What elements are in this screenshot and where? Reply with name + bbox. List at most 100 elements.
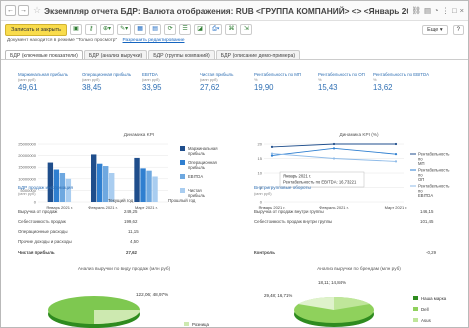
report-icon[interactable]: ▦ (134, 24, 147, 35)
kpi-unit: (млн руб) (200, 77, 218, 82)
kpi-unit: % (318, 77, 322, 82)
kpi-unit: (млн руб) (18, 77, 36, 82)
kpi-value: 49,61 (18, 83, 38, 92)
legend-label: EBITDA (188, 174, 203, 179)
legend-swatch (180, 174, 185, 179)
data-point (394, 142, 398, 146)
bar (47, 162, 54, 202)
legend-label: Розница (192, 322, 210, 327)
help-button[interactable]: ? (452, 24, 464, 35)
kpi-value: 33,95 (142, 83, 162, 92)
row-label: Выручка от продаж внутри группы (254, 209, 324, 214)
title-bar: ← → ☆ Экземпляр отчета БДР: Валюта отобр… (1, 1, 468, 21)
row-value: 146,15 (420, 209, 434, 214)
status-line: Документ находится в режиме "Только прос… (1, 38, 468, 48)
legend-label: Рентабельность по МП (418, 152, 450, 167)
row-label: Себестоимость продаж (18, 219, 66, 224)
row-value: 199,62 (124, 219, 138, 224)
data-point (270, 152, 274, 155)
control-value: -0,29 (426, 250, 437, 255)
refresh-icon[interactable]: ⟳ (164, 24, 177, 35)
kpi-label: Рентабельность по МП (254, 72, 302, 77)
kpi-operating: Операционная прибыль (млн руб) 38,45 (82, 72, 131, 92)
calc-icon[interactable]: ☰ (179, 24, 192, 35)
legend-label: Чистая прибыль (188, 188, 206, 198)
save-icon[interactable]: ▣ (70, 24, 83, 35)
back-button[interactable]: ← (5, 5, 16, 16)
tab-key-indicators[interactable]: БДР (ключевые показатели) (5, 50, 83, 59)
star-icon[interactable]: ☆ (33, 5, 41, 16)
kpi-unit: (млн руб) (142, 77, 160, 82)
bar (134, 157, 140, 202)
kpi-margin: Маржинальная прибыль (млн руб) 49,61 (18, 72, 68, 92)
legend-swatch (180, 146, 185, 151)
y-tick-label: 10 (258, 171, 263, 176)
kpi-label: Рентабельность по EBITDA (373, 72, 430, 77)
kpi-label: Рентабельность по ОП (318, 72, 365, 77)
report-window: ← → ☆ Экземпляр отчета БДР: Валюта отобр… (0, 0, 469, 328)
kpi-value: 27,62 (200, 83, 220, 92)
bar (91, 154, 97, 202)
tab-revenue-analysis[interactable]: БДР (анализ выручки) (83, 50, 148, 59)
row-value: 249,25 (124, 209, 138, 214)
data-point (270, 145, 274, 148)
report-content: Маржинальная прибыль (млн руб) 49,61 Опе… (4, 70, 466, 328)
tab-demo-description[interactable]: БДР (описание демо-примера) (215, 50, 301, 59)
row-value: 27,62 (126, 250, 137, 255)
kpi-net-profit: Чистая прибыль (млн руб) 27,62 (200, 72, 233, 92)
data-point (332, 142, 336, 146)
legend-swatch (180, 188, 185, 193)
row-label: Прочие доходы и расходы (18, 239, 72, 244)
pie-data-label: 18,11; 14,84% (318, 280, 346, 285)
export-icon[interactable]: ⇲ (240, 24, 253, 35)
grid-icon[interactable]: ▤ (149, 24, 162, 35)
row-label: Себестоимость продаж внутри группы (254, 219, 333, 224)
data-point (332, 147, 336, 150)
legend-label: Dell (421, 307, 429, 312)
internal-table: Выручка от продаж внутри группы 146,15 С… (254, 198, 459, 258)
close-icon[interactable]: × (460, 6, 464, 15)
maximize-icon[interactable]: □ (452, 6, 457, 15)
print-icon[interactable]: ▤ (424, 6, 431, 15)
y-tick-label: 20000000 (18, 153, 37, 158)
more-icon[interactable]: ⋮ (442, 6, 450, 15)
edit-icon[interactable]: ✎▾ (117, 24, 132, 35)
brand-pie: 18,11; 14,84% 29,48; 16,71% Наша марка D… (264, 280, 447, 327)
link-icon[interactable]: ⛓ (411, 6, 421, 15)
allow-edit-link[interactable]: Разрешить редактирование (123, 38, 185, 43)
add-icon[interactable]: ⊕▾ (100, 24, 115, 35)
sales-unit: (млн руб) (18, 191, 36, 196)
tab-company-groups[interactable]: БДР (группы компаний) (148, 50, 215, 59)
chart-icon[interactable]: ◪ (194, 24, 207, 35)
command-bar: Записать и закрыть ▣ ⚷ ⊕▾ ✎▾ ▦ ▤ ⟳ ☰ ◪ ⎙… (1, 21, 468, 38)
forward-button[interactable]: → (18, 5, 29, 16)
record-and-close-button[interactable]: Записать и закрыть (5, 23, 68, 36)
data-point (394, 153, 398, 156)
legend-swatch (413, 296, 418, 300)
bar (103, 166, 109, 202)
row-value: 4,50 (130, 239, 139, 244)
print-icon[interactable]: ⎙▾ (209, 24, 223, 35)
row-label: Чистая прибыль (18, 250, 55, 255)
kpi-value: 15,43 (318, 83, 338, 92)
pie-data-label: 29,48; 16,71% (264, 293, 292, 298)
legend-label: Операционная прибыль (188, 160, 217, 170)
sales-section-title: БДР продаж информация (18, 185, 73, 190)
bell-icon[interactable]: ◔ (434, 6, 439, 15)
tab-bar: БДР (ключевые показатели) БДР (анализ вы… (1, 48, 468, 60)
legend-label: Рентабельность по ОП (418, 168, 450, 183)
kpi-value: 19,90 (254, 83, 274, 92)
legend-label: Рентабельность по EBITDA (418, 184, 450, 199)
row-value: 11,15 (128, 229, 139, 234)
attach-icon[interactable]: ⌘ (225, 24, 238, 35)
kpi-value: 13,62 (373, 83, 393, 92)
row-value: 101,45 (420, 219, 434, 224)
pie-data-label: 122,06; 48,97% (136, 292, 168, 297)
more-button[interactable]: Еще ▾ (422, 24, 448, 35)
kpi-unit: (млн руб) (82, 77, 100, 82)
bar (97, 163, 103, 202)
key-icon[interactable]: ⚷ (85, 24, 98, 35)
tooltip-line: Рентабельность по EBITDA: 16,73221 (283, 180, 357, 185)
kpi-operating-pct: Рентабельность по ОП % 15,43 (318, 72, 365, 92)
legend-label: Asus (421, 318, 432, 323)
